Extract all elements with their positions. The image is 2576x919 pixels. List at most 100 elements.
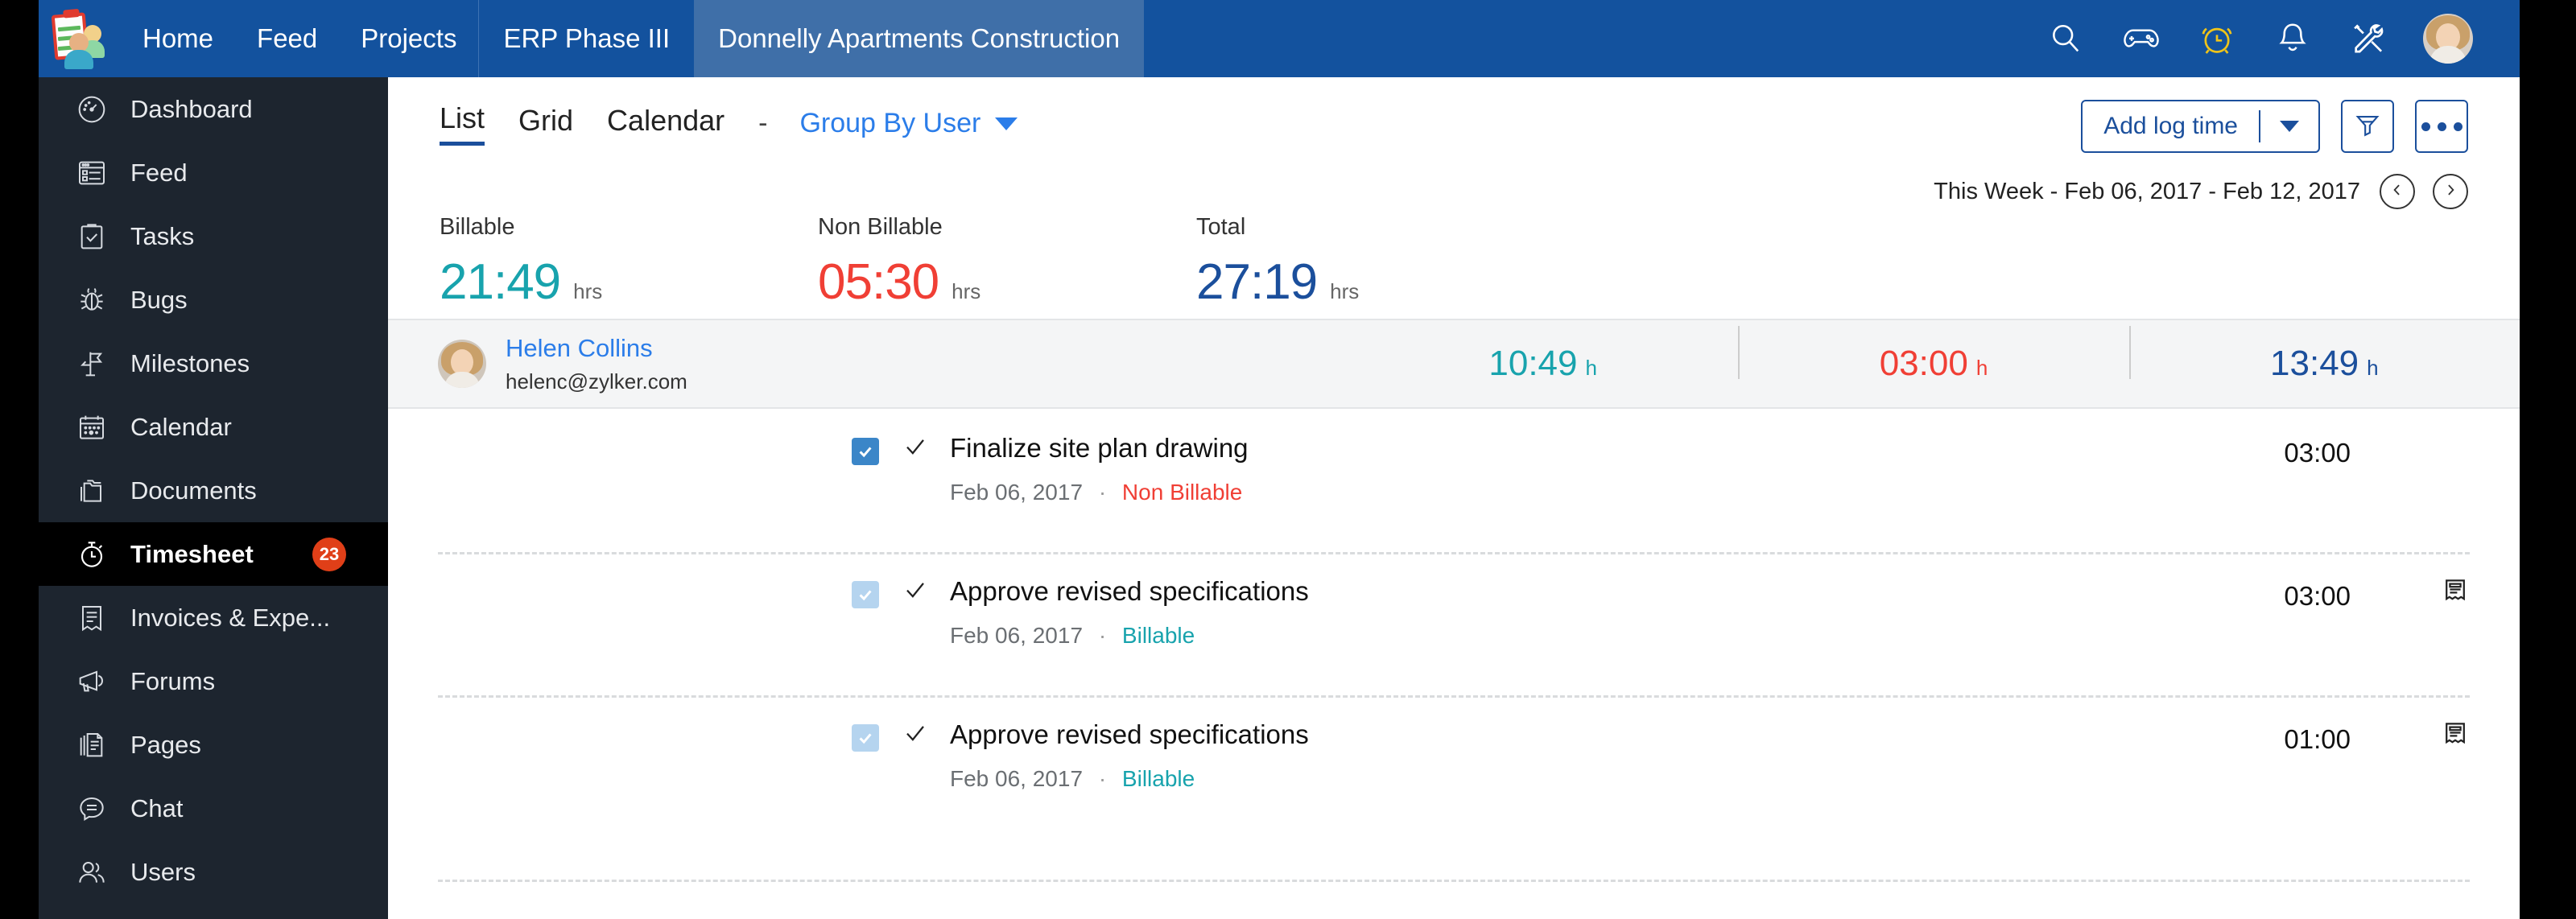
alarm-clock-icon[interactable] xyxy=(2196,18,2238,60)
sidebar-item-invoices-expenses[interactable]: Invoices & Expe... xyxy=(39,586,388,649)
table-row[interactable]: Approve revised specifications Feb 06, 2… xyxy=(388,695,2520,839)
billing-status: Billable xyxy=(1121,766,1195,791)
more-options-icon xyxy=(2421,122,2462,131)
task-title[interactable]: Finalize site plan drawing xyxy=(950,433,1249,463)
sidebar-item-label: Feed xyxy=(130,158,188,187)
stat-unit: hrs xyxy=(1330,279,1360,303)
unit: h xyxy=(1975,356,1988,380)
invoice-icon[interactable] xyxy=(2441,576,2470,609)
folder-icon xyxy=(76,475,118,507)
user-name-link[interactable]: Helen Collins xyxy=(506,334,687,363)
filter-icon xyxy=(2354,111,2381,142)
top-header-bar: Home Feed Projects ERP Phase III Donnell… xyxy=(39,0,2520,77)
sidebar-item-pages[interactable]: Pages xyxy=(39,713,388,777)
stat-value: 21:49 xyxy=(440,254,561,310)
task-title[interactable]: Approve revised specifications xyxy=(950,576,1309,606)
sidebar-item-label: Milestones xyxy=(130,348,250,377)
date-range-navigation: This Week - Feb 06, 2017 - Feb 12, 2017 xyxy=(1934,174,2468,209)
sidebar-item-bugs[interactable]: Bugs xyxy=(39,268,388,332)
feed-icon xyxy=(76,157,118,189)
gamepad-icon[interactable] xyxy=(2120,18,2162,60)
filter-button[interactable] xyxy=(2341,100,2394,153)
sidebar-item-tasks[interactable]: Tasks xyxy=(39,204,388,268)
top-right-icons xyxy=(2045,14,2520,64)
task-meta: Feb 06, 2017 · Billable xyxy=(950,623,1309,649)
sidebar-item-label: Invoices & Expe... xyxy=(130,603,331,632)
sidebar-item-timesheet[interactable]: Timesheet 23 xyxy=(39,522,388,586)
task-date: Feb 06, 2017 xyxy=(950,480,1084,505)
project-tab-donnelly-apartments-construction[interactable]: Donnelly Apartments Construction xyxy=(694,0,1145,77)
sidebar-item-label: Timesheet xyxy=(130,539,254,568)
stat-billable: Billable 21:49 hrs xyxy=(440,214,818,319)
sidebar-item-users[interactable]: Users xyxy=(39,840,388,904)
nav-projects[interactable]: Projects xyxy=(339,0,478,77)
nav-home[interactable]: Home xyxy=(121,0,235,77)
date-range-text: This Week - Feb 06, 2017 - Feb 12, 2017 xyxy=(1934,178,2360,204)
sidebar-item-documents[interactable]: Documents xyxy=(39,459,388,522)
top-nav-links: Home Feed Projects ERP Phase III Donnell… xyxy=(121,0,1145,77)
stat-label: Total xyxy=(1196,214,1246,240)
nav-feed[interactable]: Feed xyxy=(235,0,339,77)
row-checkbox[interactable] xyxy=(852,438,879,465)
task-date: Feb 06, 2017 xyxy=(950,766,1084,791)
task-hours: 03:00 xyxy=(2284,438,2351,468)
task-complete-check-icon xyxy=(903,578,927,606)
view-tabs: List Grid Calendar - Group By User xyxy=(440,101,1018,146)
chevron-down-icon xyxy=(995,117,1018,130)
more-options-button[interactable] xyxy=(2415,100,2468,153)
calendar-icon xyxy=(76,411,118,443)
sidebar-item-label: Documents xyxy=(130,476,257,505)
sidebar-item-milestones[interactable]: Milestones xyxy=(39,332,388,395)
prev-week-button[interactable] xyxy=(2380,174,2415,209)
tab-list[interactable]: List xyxy=(440,101,485,146)
row-checkbox[interactable] xyxy=(852,724,879,752)
zoho-projects-logo[interactable] xyxy=(42,7,105,70)
sidebar-item-feed[interactable]: Feed xyxy=(39,141,388,204)
timesheet-toolbar: List Grid Calendar - Group By User Add l… xyxy=(388,77,2520,209)
project-tab-erp-phase-iii[interactable]: ERP Phase III xyxy=(479,0,694,77)
stat-label: Non Billable xyxy=(818,214,943,240)
app-screen: Home Feed Projects ERP Phase III Donnell… xyxy=(0,0,2576,919)
task-title[interactable]: Approve revised specifications xyxy=(950,719,1309,749)
meta-dot: · xyxy=(1098,623,1107,648)
search-icon[interactable] xyxy=(2045,18,2087,60)
helen-collins-avatar xyxy=(438,340,486,388)
sidebar-item-calendar[interactable]: Calendar xyxy=(39,395,388,459)
table-row[interactable]: Approve revised specifications Feb 06, 2… xyxy=(388,552,2520,695)
chevron-left-icon xyxy=(2389,182,2405,202)
meta-dot: · xyxy=(1098,480,1107,505)
speedometer-icon xyxy=(76,93,118,126)
row-checkbox[interactable] xyxy=(852,581,879,608)
sidebar-item-chat[interactable]: Chat xyxy=(39,777,388,840)
add-log-time-dropdown[interactable] xyxy=(2260,121,2318,132)
user-group-row[interactable]: Helen Collins helenc@zylker.com 10:49 h … xyxy=(388,319,2520,409)
tools-icon[interactable] xyxy=(2347,18,2389,60)
stat-total: Total 27:19 hrs xyxy=(1196,214,1575,319)
task-complete-check-icon xyxy=(903,435,927,463)
value: 10:49 xyxy=(1488,344,1578,383)
unit: h xyxy=(1585,356,1597,380)
add-log-time-button[interactable]: Add log time xyxy=(2081,100,2320,153)
table-row[interactable]: Finalize site plan drawing Feb 06, 2017 … xyxy=(388,409,2520,552)
toolbar-actions: Add log time xyxy=(2081,100,2468,153)
sidebar-item-forums[interactable]: Forums xyxy=(39,649,388,713)
users-icon xyxy=(76,856,118,888)
timelog-list: Finalize site plan drawing Feb 06, 2017 … xyxy=(388,409,2520,839)
tab-calendar[interactable]: Calendar xyxy=(607,104,724,144)
tab-grid[interactable]: Grid xyxy=(518,104,573,144)
task-hours: 01:00 xyxy=(2284,724,2351,754)
invoice-icon[interactable] xyxy=(2441,719,2470,752)
next-week-button[interactable] xyxy=(2433,174,2468,209)
task-date: Feb 06, 2017 xyxy=(950,623,1084,648)
group-by-dropdown[interactable]: Group By User xyxy=(799,108,1018,139)
sidebar-item-dashboard[interactable]: Dashboard xyxy=(39,77,388,141)
sidebar-item-label: Calendar xyxy=(130,412,232,441)
bell-icon[interactable] xyxy=(2272,18,2314,60)
megaphone-icon xyxy=(76,666,118,698)
user-avatar[interactable] xyxy=(2423,14,2473,64)
meta-dot: · xyxy=(1098,766,1107,791)
value: 03:00 xyxy=(1879,344,1968,383)
stat-non-billable: Non Billable 05:30 hrs xyxy=(818,214,1196,319)
list-bottom-divider xyxy=(438,880,2470,882)
project-sidebar: Dashboard Feed Tasks Bugs Milestones Cal… xyxy=(39,77,388,919)
